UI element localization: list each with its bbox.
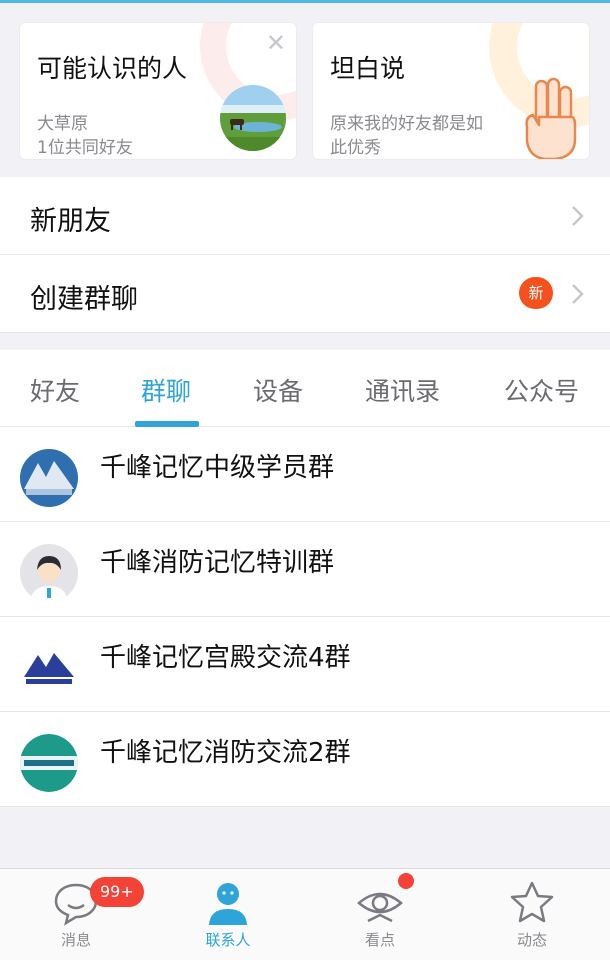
mountain-logo-avatar [20,449,78,507]
contact-tabs: 好友 群聊 设备 通讯录 公众号 [0,350,610,427]
card-subtitle-line2: 此优秀 [330,138,381,158]
honest-says-card[interactable]: 坦白说 原来我的好友都是如 此优秀 [312,22,590,160]
nav-contacts[interactable]: 联系人 [152,869,304,960]
card-title: 可能认识的人 [37,54,188,83]
tab-groups[interactable]: 群聊 [141,372,191,408]
group-item[interactable]: 千峰记忆宫殿交流4群 [0,617,610,712]
three-fingers-hand-icon [519,77,579,159]
nav-moments[interactable]: 动态 [456,869,608,960]
card-subtitle-name: 大草原 [37,114,88,134]
card-subtitle-line1: 原来我的好友都是如 [330,114,483,134]
eye-icon [357,892,403,923]
mountain-logo-avatar [20,639,78,697]
notification-dot [398,873,414,889]
nav-label: 动态 [516,931,547,949]
group-item[interactable]: 千峰记忆消防交流2群 [0,712,610,807]
create-group-label: 创建群聊 [30,284,138,315]
new-friends-label: 新朋友 [30,206,111,237]
bottom-nav: 消息 99+ 联系人 看点 动态 [0,868,610,960]
group-item[interactable]: 千峰记忆中级学员群 [0,427,610,522]
tab-address-book[interactable]: 通讯录 [365,372,440,408]
chevron-right-icon [572,206,584,226]
recommend-cards: 可能认识的人 大草原 1位共同好友 ✕ 坦白说 原来我的好友都是如 此优秀 [0,3,610,176]
people-you-may-know-card[interactable]: 可能认识的人 大草原 1位共同好友 ✕ [19,22,297,160]
grassland-photo [220,85,286,151]
star-icon [510,881,554,923]
create-group-row[interactable]: 创建群聊 新 [0,255,610,333]
nav-label: 消息 [60,931,91,949]
card-title: 坦白说 [330,54,406,83]
nav-messages[interactable]: 消息 99+ [0,869,152,960]
new-friends-row[interactable]: 新朋友 [0,177,610,255]
card-subtitle-mutual: 1位共同好友 [37,138,133,158]
unread-count-badge: 99+ [90,877,144,907]
close-icon[interactable]: ✕ [266,31,286,55]
fire-engineering-avatar [20,734,78,792]
new-badge: 新 [519,277,553,309]
group-name: 千峰记忆消防交流2群 [100,738,351,768]
group-name: 千峰记忆宫殿交流4群 [100,643,351,673]
nav-discover[interactable]: 看点 [304,869,456,960]
group-name: 千峰记忆中级学员群 [100,453,335,483]
nav-label: 看点 [364,931,395,949]
tab-official-accounts[interactable]: 公众号 [504,372,579,408]
chevron-right-icon [572,284,584,304]
contacts-person-icon [209,883,247,925]
nav-label: 联系人 [205,931,251,949]
person-avatar [20,544,78,602]
tab-friends[interactable]: 好友 [30,372,80,408]
group-name: 千峰消防记忆特训群 [100,548,335,578]
tab-devices[interactable]: 设备 [253,372,303,408]
group-item[interactable]: 千峰消防记忆特训群 [0,522,610,617]
